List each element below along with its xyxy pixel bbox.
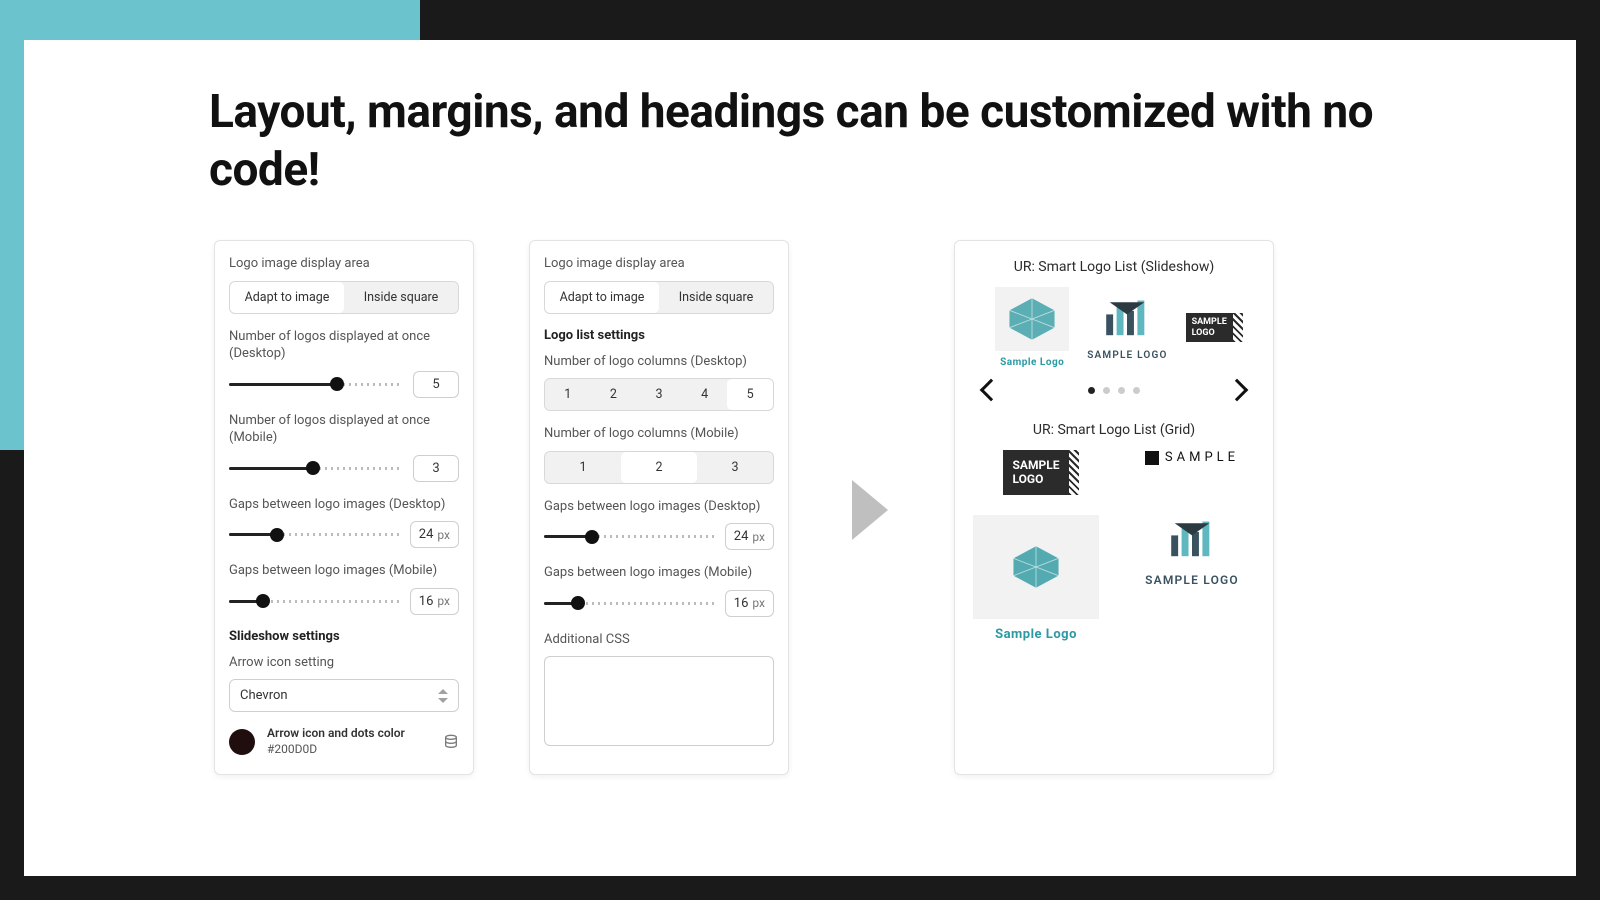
decorative-stripe-top	[0, 0, 420, 40]
desktop-cols-label: Number of logo columns (Desktop)	[544, 353, 774, 371]
display-area-segmented: Adapt to image Inside square	[229, 281, 459, 314]
preview-slideshow-title: UR: Smart Logo List (Slideshow)	[969, 259, 1259, 275]
display-area-segmented-2: Adapt to image Inside square	[544, 281, 774, 314]
logo-hexagon	[995, 287, 1069, 351]
select-chevron-icon	[438, 689, 448, 703]
carousel-dots	[1088, 387, 1140, 394]
arrow-icon-select-value: Chevron	[240, 688, 288, 703]
gap-mobile-label: Gaps between logo images (Mobile)	[229, 562, 459, 580]
desktop-cols-4[interactable]: 4	[682, 379, 728, 410]
desktop-cols-segmented: 1 2 3 4 5	[544, 378, 774, 411]
desktop-cols-5[interactable]: 5	[727, 379, 773, 410]
mobile-count-value[interactable]: 3	[413, 455, 459, 482]
seg-adapt-to-image-2[interactable]: Adapt to image	[545, 282, 659, 313]
color-swatch	[229, 729, 255, 755]
mobile-cols-1[interactable]: 1	[545, 452, 621, 483]
desktop-count-slider[interactable]	[229, 383, 403, 386]
mobile-cols-label: Number of logo columns (Mobile)	[544, 425, 774, 443]
seg-inside-square[interactable]: Inside square	[344, 282, 458, 313]
logo-sample-badge: SAMPLELOGO	[1186, 313, 1233, 343]
display-area-label: Logo image display area	[229, 255, 459, 273]
gap-desktop-slider[interactable]	[229, 533, 400, 536]
mobile-count-label: Number of logos displayed at once (Mobil…	[229, 412, 459, 447]
logo-bars	[1101, 294, 1153, 344]
desktop-cols-1[interactable]: 1	[545, 379, 591, 410]
slideshow-logo-row: Sample Logo SAMPLE LOGO SAMPLELOGO	[969, 287, 1259, 368]
grid-caption-bars: SAMPLE LOGO	[1145, 573, 1239, 587]
arrow-icon-label: Arrow icon setting	[229, 654, 459, 672]
logo-caption-hex: Sample Logo	[1000, 357, 1064, 368]
logo-list-settings-head: Logo list settings	[544, 328, 774, 343]
transition-arrow-icon	[852, 480, 888, 540]
decorative-stripe-left	[0, 40, 24, 450]
carousel-controls	[969, 382, 1259, 398]
grid-logos: SAMPLELOGO SAMPLE Sample Logo	[969, 450, 1259, 642]
color-hex: #200D0D	[267, 742, 405, 758]
desktop-cols-2[interactable]: 2	[591, 379, 637, 410]
grid-logo-sample-badge: SAMPLELOGO	[1003, 450, 1070, 495]
mobile-cols-segmented: 1 2 3	[544, 451, 774, 484]
gap-mobile-value[interactable]: 16px	[410, 588, 459, 615]
carousel-dot-4[interactable]	[1133, 387, 1140, 394]
settings-panel-grid: Logo image display area Adapt to image I…	[529, 240, 789, 775]
carousel-dot-3[interactable]	[1118, 387, 1125, 394]
seg-adapt-to-image[interactable]: Adapt to image	[230, 282, 344, 313]
grid-logo-bars	[1166, 515, 1218, 565]
gap-desktop-value[interactable]: 24px	[410, 521, 459, 548]
arrow-color-row[interactable]: Arrow icon and dots color #200D0D	[229, 726, 459, 757]
gap-desktop-slider-2[interactable]	[544, 535, 715, 538]
square-icon	[1145, 451, 1159, 465]
seg-inside-square-2[interactable]: Inside square	[659, 282, 773, 313]
dynamic-source-icon[interactable]	[443, 734, 459, 750]
additional-css-label: Additional CSS	[544, 631, 774, 649]
display-area-label-2: Logo image display area	[544, 255, 774, 273]
desktop-count-value[interactable]: 5	[413, 371, 459, 398]
grid-logo-hexagon	[973, 515, 1099, 619]
mobile-cols-3[interactable]: 3	[697, 452, 773, 483]
gap-desktop-value-2[interactable]: 24px	[725, 523, 774, 550]
gap-mobile-label-2: Gaps between logo images (Mobile)	[544, 564, 774, 582]
page-headline: Layout, margins, and headings can be cus…	[209, 84, 1456, 199]
mobile-cols-2[interactable]: 2	[621, 452, 697, 483]
settings-panel-slideshow: Logo image display area Adapt to image I…	[214, 240, 474, 775]
color-label: Arrow icon and dots color	[267, 726, 405, 742]
desktop-cols-3[interactable]: 3	[636, 379, 682, 410]
page-surface: Layout, margins, and headings can be cus…	[24, 40, 1576, 876]
desktop-count-label: Number of logos displayed at once (Deskt…	[229, 328, 459, 363]
carousel-dot-2[interactable]	[1103, 387, 1110, 394]
additional-css-textarea[interactable]	[544, 656, 774, 746]
preview-panel: UR: Smart Logo List (Slideshow) Sample L…	[954, 240, 1274, 775]
gap-mobile-slider-2[interactable]	[544, 602, 715, 605]
slideshow-settings-head: Slideshow settings	[229, 629, 459, 644]
grid-caption-hex: Sample Logo	[995, 627, 1077, 642]
gap-desktop-label: Gaps between logo images (Desktop)	[229, 496, 459, 514]
gap-desktop-label-2: Gaps between logo images (Desktop)	[544, 498, 774, 516]
mobile-count-slider[interactable]	[229, 467, 403, 470]
carousel-next-icon[interactable]	[1226, 379, 1249, 402]
carousel-prev-icon[interactable]	[980, 379, 1003, 402]
gap-mobile-slider[interactable]	[229, 600, 400, 603]
grid-logo-sample-wide: SAMPLE	[1145, 450, 1239, 465]
preview-grid-title: UR: Smart Logo List (Grid)	[969, 422, 1259, 438]
gap-mobile-value-2[interactable]: 16px	[725, 590, 774, 617]
logo-caption-bars: SAMPLE LOGO	[1087, 350, 1167, 361]
arrow-icon-select[interactable]: Chevron	[229, 679, 459, 712]
carousel-dot-1[interactable]	[1088, 387, 1095, 394]
